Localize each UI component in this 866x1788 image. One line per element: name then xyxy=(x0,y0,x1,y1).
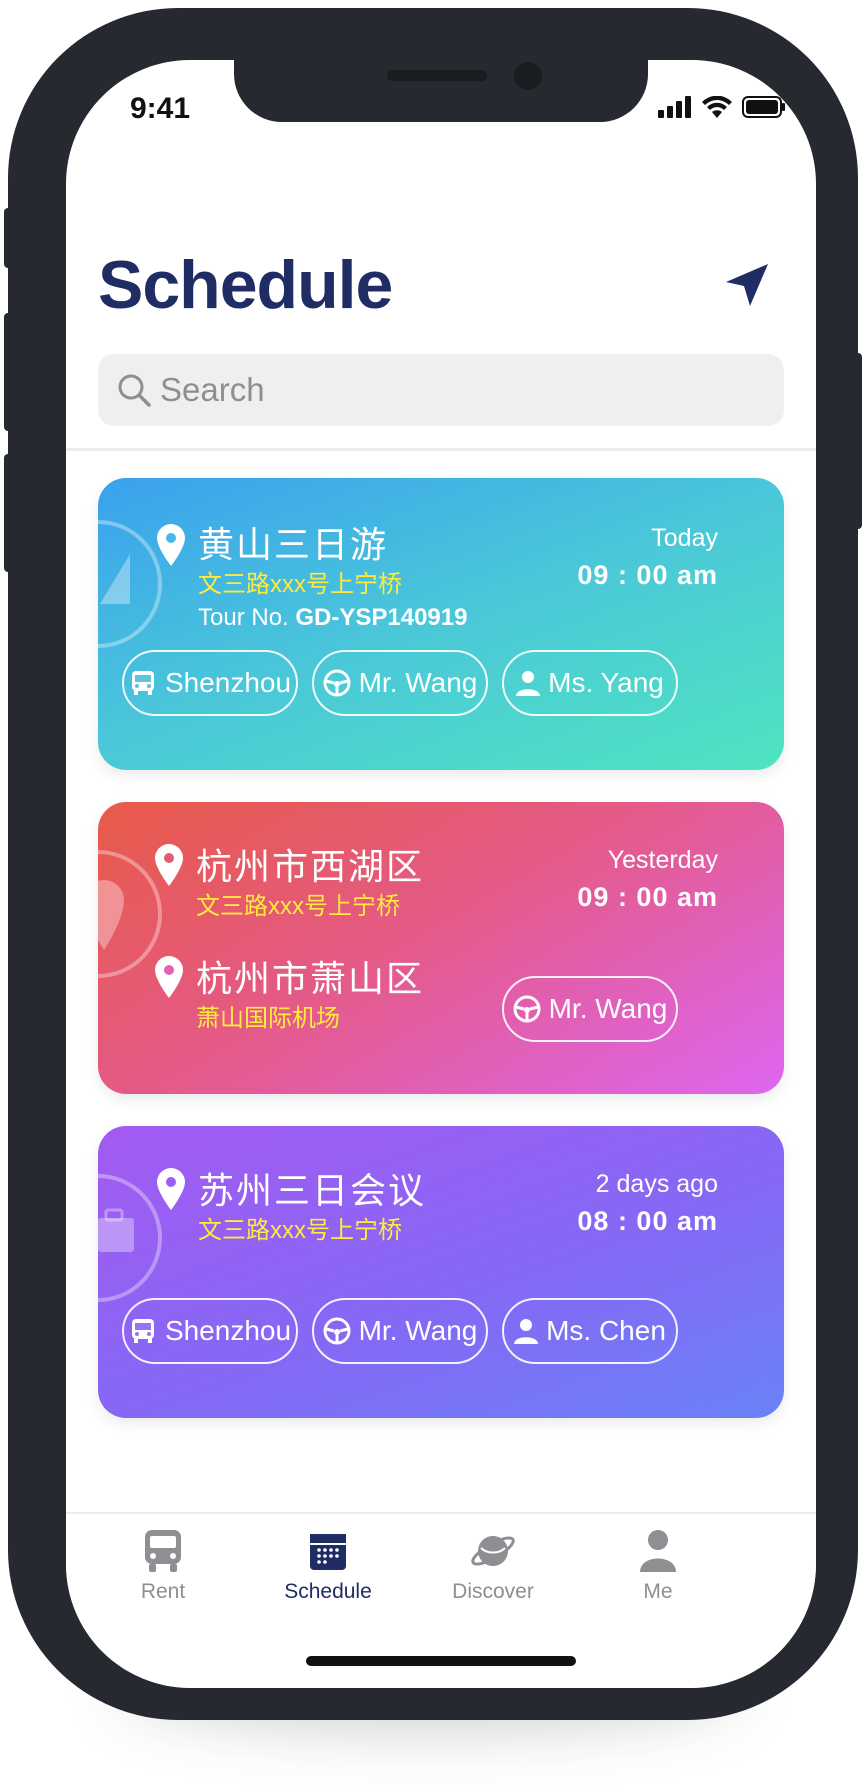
destination-address: 萧山国际机场 xyxy=(196,1005,340,1032)
search-icon xyxy=(118,374,151,407)
chip-label: Mr. Wang xyxy=(358,667,478,698)
volume-up-button xyxy=(4,313,16,431)
camera xyxy=(514,62,542,90)
tour-number: Tour No. GD-YSP140919 xyxy=(198,604,467,632)
location-pin-icon xyxy=(98,880,124,950)
tab-label: Schedule xyxy=(284,1580,372,1603)
tour-number-label: Tour No. xyxy=(198,604,289,631)
chip-driver[interactable]: Mr. Wang xyxy=(502,976,678,1042)
chip-label: Shenzhou xyxy=(164,1315,292,1346)
time-label: 09 : 00 am xyxy=(577,882,718,912)
chip-label: Mr. Wang xyxy=(548,993,668,1024)
destination-place-name: 杭州市萧山区 xyxy=(196,958,425,999)
person-icon xyxy=(516,671,541,696)
chip-vehicle[interactable]: Shenzhou xyxy=(122,650,298,716)
search-placeholder: Search xyxy=(160,371,265,408)
chip-label: Shenzhou xyxy=(164,667,292,698)
bus-icon xyxy=(131,1319,154,1343)
briefcase-icon xyxy=(98,1208,134,1252)
person-icon xyxy=(640,1530,676,1572)
date-label: Today xyxy=(651,524,718,552)
person-icon xyxy=(514,1319,539,1344)
location-pin-icon xyxy=(155,956,183,998)
volume-down-button xyxy=(4,454,16,572)
place-address: 文三路xxx号上宁桥 xyxy=(198,571,402,598)
bus-icon xyxy=(145,1530,181,1572)
screen: 9:41 Schedule Search 黄山三日游 文三路xxx号上宁桥 To… xyxy=(66,60,816,1688)
signal-icon xyxy=(658,96,691,118)
date-label: 2 days ago xyxy=(595,1170,718,1198)
card-decoration-ring xyxy=(98,1174,162,1302)
header-divider xyxy=(66,448,816,451)
schedule-card[interactable]: 杭州市西湖区 文三路xxx号上宁桥 杭州市萧山区 萧山国际机场 Yesterda… xyxy=(98,802,784,1094)
tab-me[interactable]: Me xyxy=(583,1528,733,1604)
tab-discover[interactable]: Discover xyxy=(418,1528,568,1604)
card-decoration-ring xyxy=(98,520,162,648)
schedule-card[interactable]: 苏州三日会议 文三路xxx号上宁桥 2 days ago 08 : 00 am … xyxy=(98,1126,784,1418)
place-name: 苏州三日会议 xyxy=(198,1170,427,1211)
place-name: 黄山三日游 xyxy=(198,524,389,565)
location-pin-icon xyxy=(157,1168,185,1210)
time-label: 08 : 00 am xyxy=(577,1206,718,1236)
tab-label: Discover xyxy=(452,1580,534,1603)
tour-number-value: GD-YSP140919 xyxy=(295,604,468,631)
chip-guide[interactable]: Ms. Yang xyxy=(502,650,678,716)
page-title: Schedule xyxy=(98,247,393,323)
tab-schedule[interactable]: Schedule xyxy=(253,1528,403,1604)
schedule-card[interactable]: 黄山三日游 文三路xxx号上宁桥 Tour No. GD-YSP140919 T… xyxy=(98,478,784,770)
chip-driver[interactable]: Mr. Wang xyxy=(312,650,488,716)
speaker xyxy=(387,70,487,81)
phone-frame: 9:41 Schedule Search 黄山三日游 文三路xxx号上宁桥 To… xyxy=(4,8,862,1720)
tab-label: Rent xyxy=(140,1580,186,1603)
chip-label: Ms. Yang xyxy=(548,667,664,698)
wifi-icon xyxy=(702,96,732,118)
tab-rent[interactable]: Rent xyxy=(88,1528,238,1604)
battery-icon xyxy=(742,96,785,118)
tab-bar: Rent Schedule Discover Me xyxy=(66,1512,816,1662)
steering-wheel-icon xyxy=(513,995,541,1023)
search-input[interactable]: Search xyxy=(98,354,784,426)
card-decoration-ring xyxy=(98,850,162,978)
location-pin-icon xyxy=(157,524,185,566)
status-icons xyxy=(658,96,786,118)
planet-icon xyxy=(471,1536,515,1566)
bus-icon xyxy=(131,671,154,695)
chip-label: Ms. Chen xyxy=(546,1315,666,1346)
calendar-icon xyxy=(310,1534,346,1570)
time-label: 09 : 00 am xyxy=(577,560,718,590)
place-address: 文三路xxx号上宁桥 xyxy=(198,1217,402,1244)
compass-icon xyxy=(100,554,130,604)
mute-switch xyxy=(4,208,16,268)
steering-wheel-icon xyxy=(323,1317,351,1345)
origin-place-name: 杭州市西湖区 xyxy=(196,846,425,887)
origin-address: 文三路xxx号上宁桥 xyxy=(196,893,400,920)
chip-driver[interactable]: Mr. Wang xyxy=(312,1298,488,1364)
home-indicator[interactable] xyxy=(306,1656,576,1666)
notch xyxy=(234,60,648,122)
chip-guide[interactable]: Ms. Chen xyxy=(502,1298,678,1364)
status-time: 9:41 xyxy=(130,92,191,125)
power-button xyxy=(850,353,862,529)
steering-wheel-icon xyxy=(323,669,351,697)
date-label: Yesterday xyxy=(607,846,718,874)
chip-label: Mr. Wang xyxy=(358,1315,478,1346)
location-pin-icon xyxy=(155,844,183,886)
location-arrow-icon[interactable] xyxy=(722,260,772,310)
chip-vehicle[interactable]: Shenzhou xyxy=(122,1298,298,1364)
tab-label: Me xyxy=(643,1580,673,1603)
